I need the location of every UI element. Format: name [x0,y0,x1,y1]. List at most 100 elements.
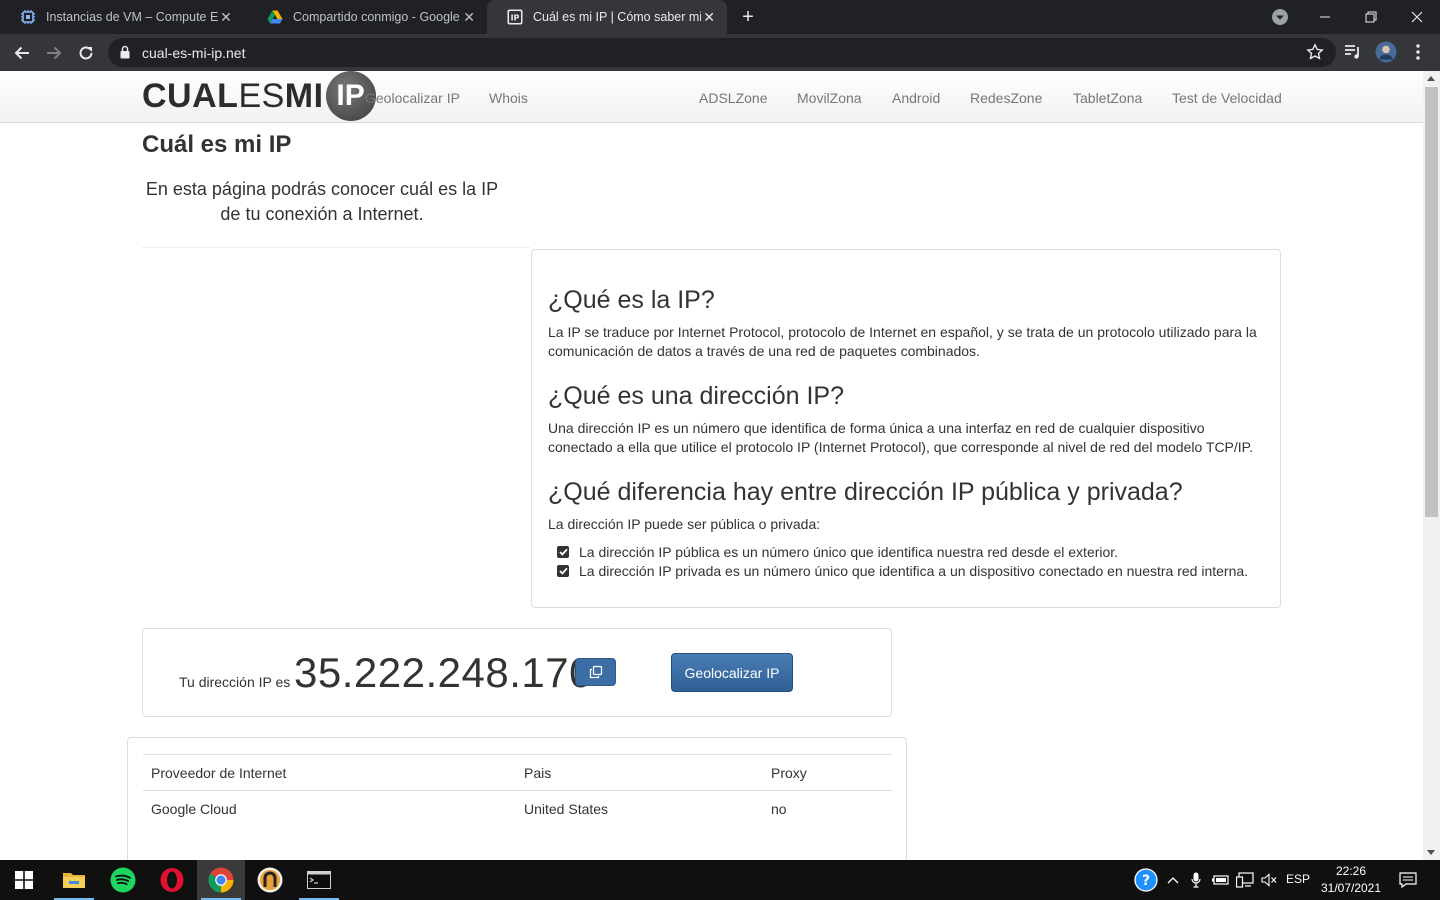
close-tab-icon[interactable]: ✕ [461,9,477,25]
divider [142,247,530,248]
cualesmiip-favicon: IP [507,9,523,25]
minimize-button[interactable] [1302,0,1348,34]
section-body: La IP se traduce por Internet Protocol, … [548,324,1257,359]
scroll-up-arrow-icon[interactable] [1427,76,1435,81]
section-heading: ¿Qué es la IP? [548,286,715,314]
checklist-item: La dirección IP privada es un número úni… [557,563,1248,579]
tray-microphone[interactable] [1186,860,1206,900]
restore-button[interactable] [1348,0,1394,34]
clock-time: 22:26 [1335,864,1367,878]
more-vertical-icon [1416,44,1420,60]
spotify-icon [110,867,136,893]
tray-volume[interactable] [1258,860,1280,900]
page-title: Cuál es mi IP [142,131,292,158]
site-logo[interactable]: CUAL ES MI IP [142,71,376,121]
reload-button[interactable] [73,40,99,66]
nav-link-tabletzona[interactable]: TabletZona [1073,90,1142,106]
back-button[interactable] [9,40,35,66]
nav-link-adslzone[interactable]: ADSLZone [699,90,767,106]
input-language[interactable]: ESP [1286,872,1310,886]
ip-details-table: Proveedor de Internet Pais Proxy Google … [143,754,892,826]
notification-icon [1399,872,1417,888]
minimize-icon [1320,16,1330,18]
nav-link-test-velocidad[interactable]: Test de Velocidad [1172,90,1282,106]
tab-google-drive[interactable]: Compartido conmigo - Google Drive ✕ [247,0,487,34]
table-cell: no [771,801,787,817]
tab-cualesmiip[interactable]: IP Cuál es mi IP | Cómo saber mi IP ✕ [487,0,727,34]
checklist-text: La dirección IP privada es un número úni… [579,563,1249,579]
tray-battery[interactable] [1210,860,1232,900]
media-control-button[interactable] [1341,40,1365,64]
tray-expand[interactable] [1163,860,1183,900]
browser-toolbar: cual-es-mi-ip.net [0,34,1440,71]
page-viewport: CUAL ES MI IP Geolocalizar IP Whois ADSL… [0,71,1423,860]
section-heading: ¿Qué diferencia hay entre dirección IP p… [548,478,1183,506]
ip-details-panel: Proveedor de Internet Pais Proxy Google … [127,737,907,860]
nav-link-redeszone[interactable]: RedesZone [970,90,1042,106]
google-drive-icon [267,10,283,24]
scroll-down-arrow-icon[interactable] [1427,850,1435,855]
bookmark-star-icon[interactable] [1306,43,1324,61]
chevron-up-icon [1167,877,1179,884]
table-header-row: Proveedor de Internet Pais Proxy [143,754,892,790]
address-bar[interactable]: cual-es-mi-ip.net [108,38,1336,67]
terminal-icon [307,871,331,889]
new-tab-button[interactable]: + [737,6,759,28]
section-heading: ¿Qué es una dirección IP? [548,382,844,410]
reload-icon [79,46,93,60]
scrollbar-thumb[interactable] [1425,87,1438,517]
tray-notifications[interactable] [1394,860,1422,900]
profile-button[interactable] [1374,40,1398,64]
table-row: Google Cloud United States no [143,790,892,826]
close-icon [1411,11,1423,23]
taskbar-chrome[interactable] [197,860,245,900]
url-text[interactable]: cual-es-mi-ip.net [142,45,245,61]
tray-help[interactable]: ? [1132,860,1160,900]
taskbar-terminal[interactable] [295,860,343,900]
media-queue-icon [1345,45,1359,59]
file-explorer-icon [63,873,85,888]
close-tab-icon[interactable]: ✕ [701,9,717,25]
forward-button[interactable] [41,40,67,66]
check-square-icon [557,565,569,577]
section-body: La dirección IP puede ser pública o priv… [548,516,821,532]
nav-link-geolocalizar[interactable]: Geolocalizar IP [365,90,460,106]
ip-address-value[interactable]: 35.222.248.170 [294,649,593,697]
svg-text:?: ? [1142,873,1150,889]
page-scrollbar[interactable] [1423,71,1440,860]
browser-menu-button[interactable] [1406,40,1430,64]
arrow-right-icon [47,46,62,60]
ip-label: Tu dirección IP es [179,674,291,690]
system-clock[interactable]: 22:26 31/07/2021 [1318,863,1384,897]
column-header: Proveedor de Internet [151,765,287,781]
copy-ip-button[interactable] [575,658,616,686]
close-window-button[interactable] [1394,0,1440,34]
tray-network[interactable] [1234,860,1256,900]
geolocate-ip-button[interactable]: Geolocalizar IP [671,653,793,692]
help-icon: ? [1134,868,1158,892]
nav-link-movilzona[interactable]: MovilZona [797,90,862,106]
logo-text-mi: MI [284,77,324,115]
tab-title: Compartido conmigo - Google Drive [293,10,461,24]
microphone-icon [1191,872,1201,888]
close-tab-icon[interactable]: ✕ [218,9,234,25]
volume-muted-icon [1261,873,1277,887]
opera-icon [160,868,184,892]
logo-text-es: ES [238,77,285,115]
windows-taskbar: ? ESP 22:26 31/07/2021 [0,860,1440,900]
taskbar-opera[interactable] [148,860,196,900]
taskbar-file-explorer[interactable] [50,860,98,900]
restore-icon [1365,11,1377,23]
lock-icon[interactable] [120,45,130,59]
nav-link-whois[interactable]: Whois [489,90,528,106]
tab-search-icon[interactable] [1270,7,1290,27]
nav-link-android[interactable]: Android [892,90,940,106]
taskbar-spotify[interactable] [99,860,147,900]
tab-compute-engine[interactable]: Instancias de VM – Compute Engine ✕ [0,0,247,34]
table-cell: United States [524,801,609,817]
taskbar-app[interactable] [246,860,294,900]
ip-result-box: Tu dirección IP es 35.222.248.170 Geoloc… [142,628,892,717]
checklist-item: La dirección IP pública es un número úni… [557,544,1118,560]
battery-plug-icon [1212,875,1229,885]
start-button[interactable] [0,860,48,900]
